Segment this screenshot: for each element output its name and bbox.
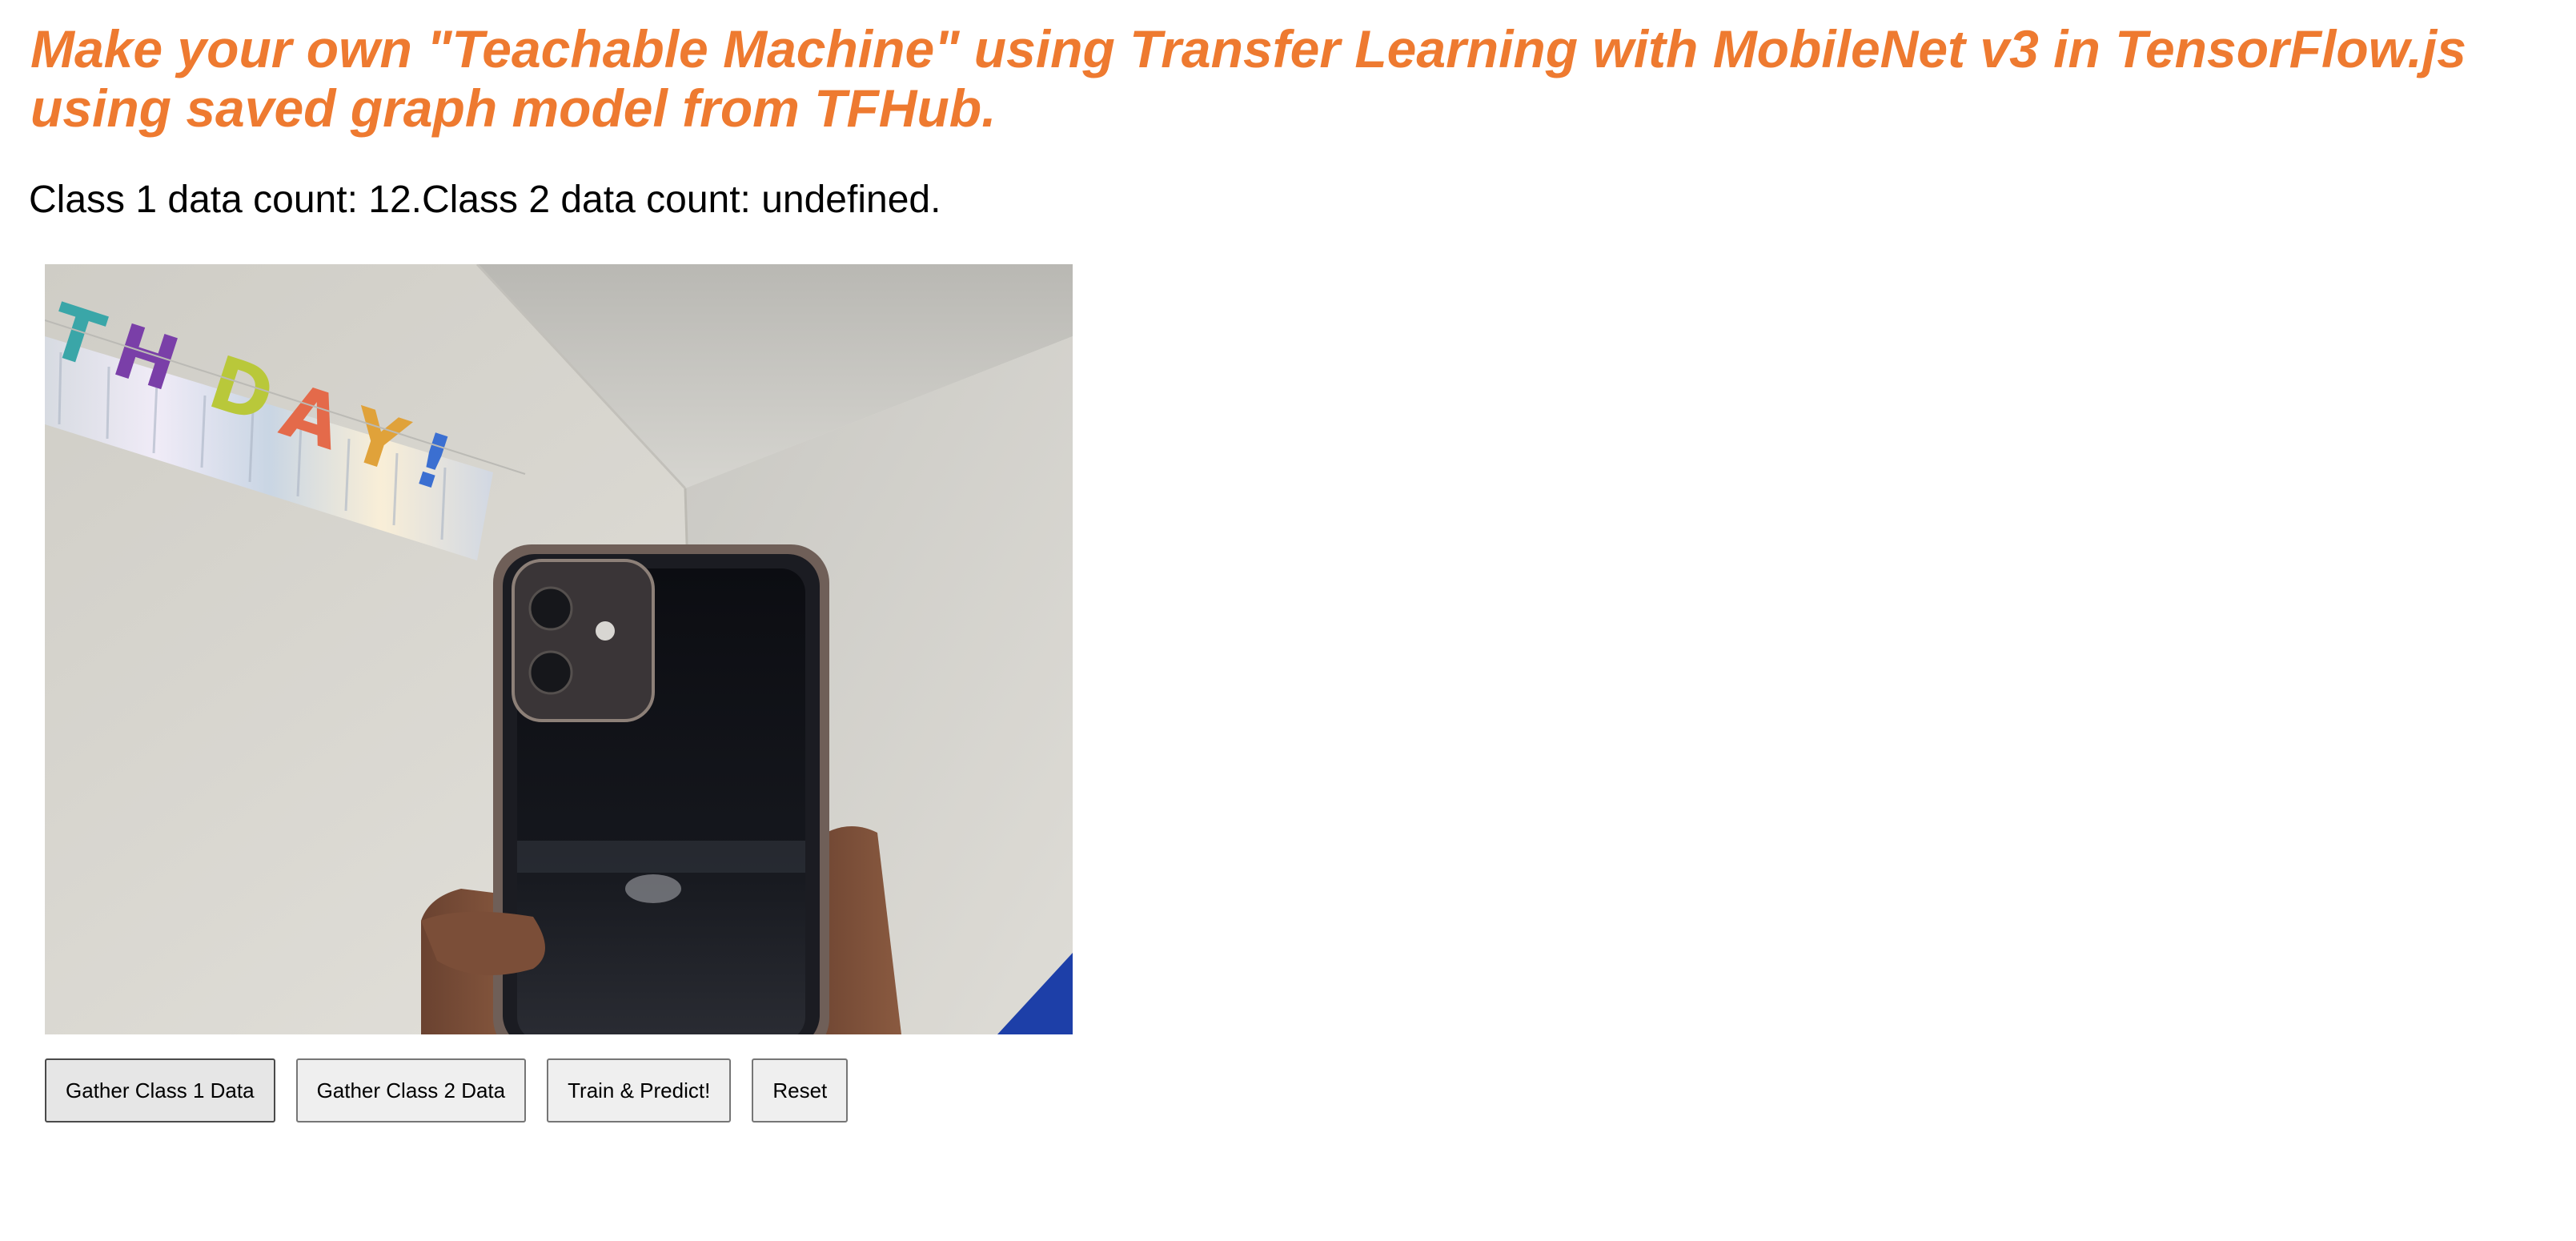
webcam-video: T H D A Y ! [45,264,1073,1034]
train-predict-button[interactable]: Train & Predict! [547,1058,732,1123]
gather-class-2-button[interactable]: Gather Class 2 Data [295,1058,527,1123]
webcam-frame: T H D A Y ! [45,264,1073,1034]
page-title: Make your own "Teachable Machine" using … [30,19,2466,138]
status-text: Class 1 data count: 12.Class 2 data coun… [29,179,941,221]
gather-class-1-button[interactable]: Gather Class 1 Data [45,1058,275,1123]
button-row: Gather Class 1 Data Gather Class 2 Data … [45,1058,849,1123]
reset-button[interactable]: Reset [752,1058,849,1123]
